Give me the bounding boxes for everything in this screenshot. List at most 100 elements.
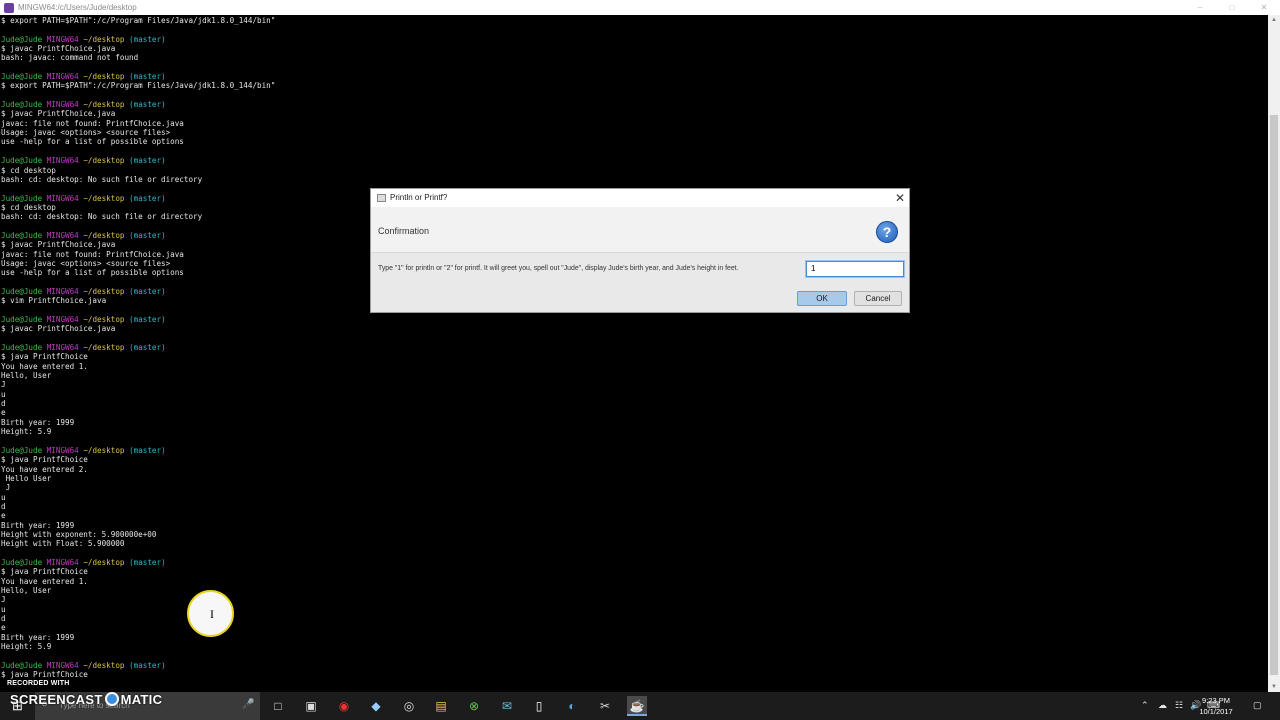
snipping-icon[interactable]: ✂ [595,696,615,716]
prompt-user: Jude@Jude [1,193,43,203]
prompt-path: ~/desktop [83,230,125,240]
java-icon[interactable]: ☕ [627,696,647,716]
dialog-title: Println or Printf? [390,193,448,202]
dialog-close-icon[interactable]: ✕ [893,190,907,206]
terminal-line: You have entered 1. [1,576,88,586]
terminal-line: $ cd desktop [1,165,56,175]
scroll-up-icon[interactable]: ▲ [1268,15,1280,25]
prompt-user: Jude@Jude [1,445,43,455]
prompt-line: Jude@Jude MINGW64 ~/desktop (master) [1,315,1268,324]
prompt-path: ~/desktop [83,286,125,296]
prompt-branch: (master) [129,660,166,670]
prompt-line: Jude@Jude MINGW64 ~/desktop (master) [1,156,1268,165]
prompt-path: ~/desktop [83,557,125,567]
prompt-host: MINGW64 [46,445,79,455]
terminal-line: Height with Float: 5.900000 [1,539,125,549]
steam-icon[interactable]: ◆ [366,696,386,716]
prompt-user: Jude@Jude [1,156,43,166]
prompt-line: Jude@Jude MINGW64 ~/desktop (master) [1,35,1268,44]
prompt-path: ~/desktop [83,100,125,110]
choice-input[interactable]: 1 [806,261,904,277]
minimize-button[interactable]: – [1184,0,1216,15]
cancel-button[interactable]: Cancel [854,291,902,306]
terminal-line: $ java PrintfChoice [1,455,88,465]
xbox-icon[interactable]: ⊗ [464,696,484,716]
prompt-branch: (master) [129,193,166,203]
obs-icon[interactable]: ◎ [399,696,419,716]
terminal-output[interactable]: $ export PATH=$PATH":/c/Program Files/Ja… [0,15,1268,692]
mingw-icon [4,2,14,13]
scrollbar-thumb[interactable] [1270,115,1278,675]
mail-icon[interactable]: ✉ [497,696,517,716]
action-center-icon[interactable]: ▢ [1253,700,1262,711]
prompt-user: Jude@Jude [1,286,43,296]
prompt-host: MINGW64 [46,156,79,166]
terminal-line: bash: cd: desktop: No such file or direc… [1,174,203,184]
prompt-branch: (master) [129,315,166,324]
terminal-line: d [1,501,6,511]
prompt-branch: (master) [129,286,166,296]
system-clock[interactable]: 9:23 PM 10/1/2017 [1192,695,1240,717]
terminal-line: Birth year: 1999 [1,520,75,530]
terminal-line: $ export PATH=$PATH":/c/Program Files/Ja… [1,16,276,25]
terminal-line: use -help for a list of possible options [1,137,184,147]
prompt-host: MINGW64 [46,230,79,240]
terminal-scrollbar[interactable]: ▲ ▼ [1268,15,1280,692]
terminal-titlebar: MINGW64:/c/Users/Jude/desktop – □ ✕ [0,0,1280,15]
prompt-host: MINGW64 [46,286,79,296]
onedrive-icon[interactable]: ☁ [1158,700,1167,711]
terminal-line: Birth year: 1999 [1,417,75,427]
microphone-icon[interactable]: 🎤 [242,699,254,710]
ok-button[interactable]: OK [797,291,847,306]
file-explorer-icon[interactable]: ▤ [431,696,451,716]
store-icon[interactable]: ▣ [301,696,321,716]
window-controls: – □ ✕ [1184,0,1280,15]
chrome-icon[interactable]: ◉ [334,696,354,716]
prompt-line: Jude@Jude MINGW64 ~/desktop (master) [1,661,1268,670]
taskbar: ⊞ ○ Type here to search 🎤 □ ▣ ◉ ◆ ◎ ▤ ⊗ … [0,692,1280,720]
prompt-path: ~/desktop [83,193,125,203]
prompt-user: Jude@Jude [1,343,43,353]
prompt-line: Jude@Jude MINGW64 ~/desktop (master) [1,446,1268,455]
screencast-logo-icon [104,692,119,706]
prompt-host: MINGW64 [46,72,79,82]
close-button[interactable]: ✕ [1248,0,1280,15]
terminal-line: bash: javac: command not found [1,53,139,63]
task-view-icon[interactable]: □ [268,696,288,716]
terminal-line: You have entered 2. [1,464,88,474]
network-icon[interactable]: ☷ [1175,700,1183,711]
terminal-line: Birth year: 1999 [1,632,75,642]
java-window-icon [377,194,386,202]
terminal-line: Height: 5.9 [1,427,52,437]
clock-date: 10/1/2017 [1199,707,1233,716]
terminal-line: $ java PrintfChoice [1,670,88,680]
prompt-branch: (master) [129,445,166,455]
prompt-path: ~/desktop [83,445,125,455]
terminal-line: $ javac PrintfChoice.java [1,44,116,54]
scroll-down-icon[interactable]: ▼ [1268,682,1280,692]
prompt-path: ~/desktop [83,72,125,82]
notepad-icon[interactable]: ▯ [529,696,549,716]
terminal-line: javac: file not found: PrintfChoice.java [1,118,184,128]
terminal-line: d [1,399,6,409]
watermark-brand: SCREENCAST MATIC [10,692,162,707]
prompt-host: MINGW64 [46,343,79,353]
prompt-user: Jude@Jude [1,230,43,240]
maximize-button[interactable]: □ [1216,0,1248,15]
terminal-line: e [1,511,6,521]
tray-chevron-icon[interactable]: ⌃ [1141,700,1149,711]
prompt-branch: (master) [129,557,166,567]
edge-icon[interactable]: ◐ [562,696,582,716]
ibeam-cursor-icon: I [210,607,214,621]
prompt-user: Jude@Jude [1,557,43,567]
dialog-titlebar [371,189,909,207]
prompt-host: MINGW64 [46,315,79,324]
cursor-highlight: I [187,590,234,637]
window-title: MINGW64:/c/Users/Jude/desktop [18,3,137,12]
prompt-line: Jude@Jude MINGW64 ~/desktop (master) [1,100,1268,109]
prompt-user: Jude@Jude [1,72,43,82]
